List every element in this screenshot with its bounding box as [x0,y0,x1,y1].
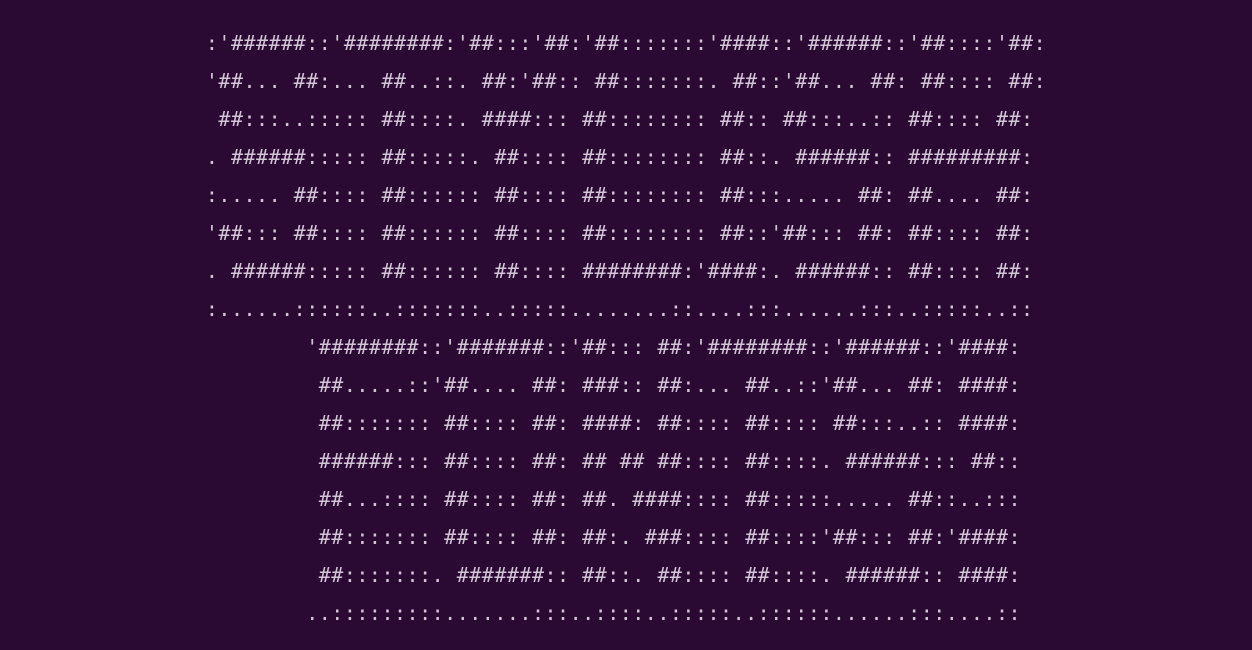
ascii-art-banner: :'######::'########:'##:::'##:'##:::::::… [206,24,1046,632]
